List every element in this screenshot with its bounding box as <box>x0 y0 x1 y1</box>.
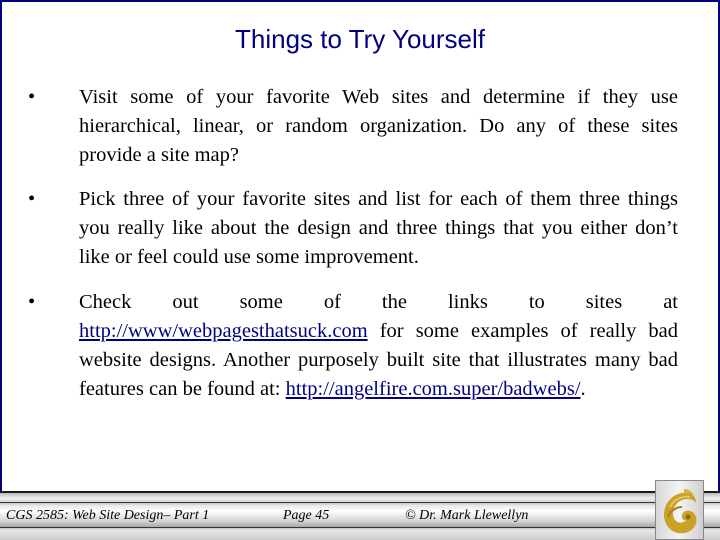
footer-bar: CGS 2585: Web Site Design– Part 1 Page 4… <box>0 491 720 540</box>
angelfire-badwebs-link[interactable]: http://angelfire.com.super/badwebs/ <box>286 378 581 400</box>
bullet-text: Visit some of your favorite Web sites an… <box>79 86 678 166</box>
webpagesthatsuck-link[interactable]: http://www/webpagesthatsuck.com <box>79 320 368 342</box>
bullet-text-segment: Check out some of the links to sites at <box>79 291 678 313</box>
bullet-marker: • <box>28 86 36 108</box>
footer-divider <box>0 502 720 503</box>
logo-box <box>655 480 704 540</box>
footer-divider <box>0 527 720 528</box>
slide-title: Things to Try Yourself <box>234 24 486 54</box>
footer-course: CGS 2585: Web Site Design– Part 1 <box>6 508 210 523</box>
footer-copyright: © Dr. Mark Llewellyn <box>405 508 529 523</box>
bullet-text: Check out some of the links to sites at … <box>79 288 678 404</box>
footer-page-number: Page 45 <box>283 508 330 523</box>
pegasus-logo-icon <box>664 489 697 534</box>
bullet-marker: • <box>28 291 36 313</box>
bullet-text-segment: . <box>580 378 586 400</box>
bullet-text: Pick three of your favorite sites and li… <box>79 188 678 268</box>
bullet-marker: • <box>28 188 36 210</box>
